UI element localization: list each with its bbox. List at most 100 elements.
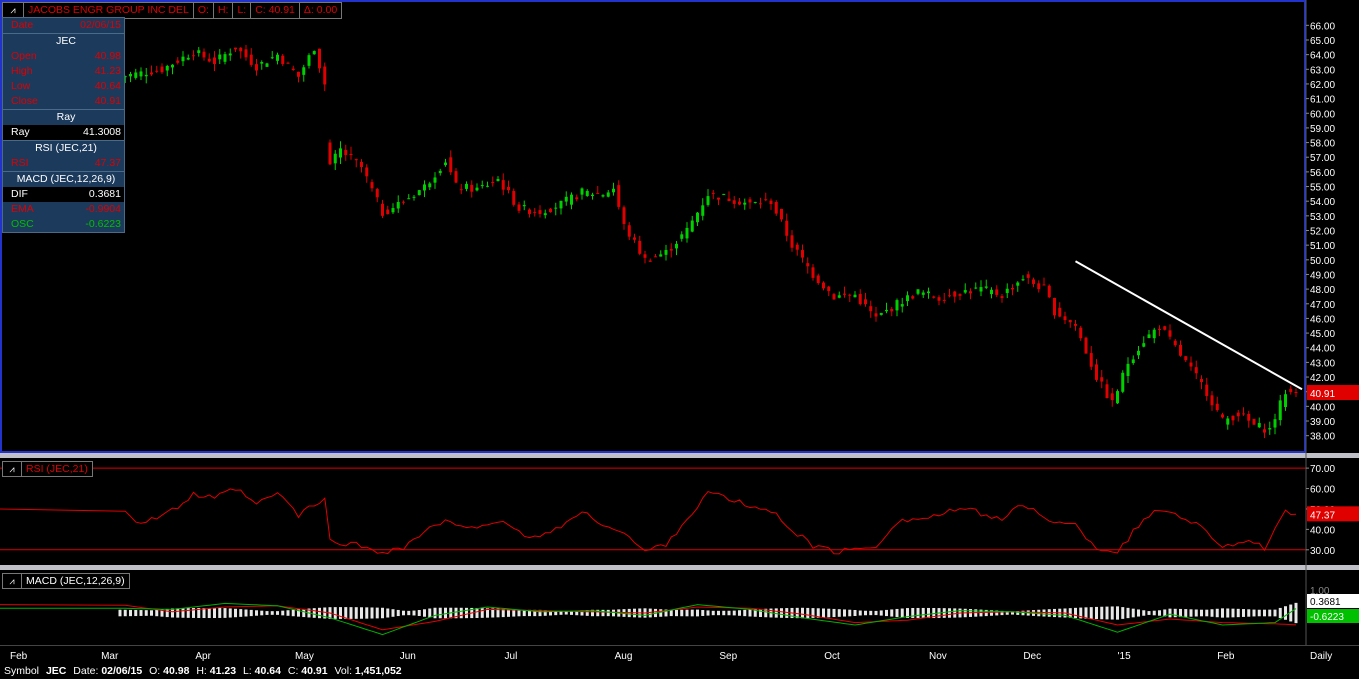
status-vol-label: Vol: [334, 665, 352, 677]
candle [1294, 388, 1298, 397]
candle-body [717, 197, 720, 200]
candle [963, 283, 967, 294]
candle [680, 231, 684, 242]
candle-body [239, 47, 243, 52]
candle [1215, 396, 1219, 412]
status-symbol: JEC [45, 665, 67, 677]
macd-histogram-bar [1247, 609, 1251, 617]
candle-body [354, 159, 358, 161]
status-open: 40.98 [163, 665, 190, 677]
candle-body [601, 195, 605, 197]
macd-histogram-bar [270, 611, 274, 615]
candle-body [1037, 283, 1041, 290]
macd-histogram-bar [165, 608, 169, 618]
candle-body [622, 207, 626, 224]
candle-body [874, 313, 878, 317]
candle-body [165, 65, 169, 71]
candle-body [1252, 418, 1256, 425]
y-tick-label: 51.00 [1310, 241, 1335, 252]
candle-body [517, 204, 521, 211]
macd-histogram-bar [139, 610, 143, 616]
candle [869, 300, 873, 318]
macd-histogram-bar [517, 609, 521, 617]
y-tick-label: 47.00 [1310, 300, 1335, 311]
macd-histogram-bar [444, 607, 447, 619]
candle [638, 235, 642, 256]
candle-body [979, 287, 983, 292]
macd-histogram-bar [1231, 608, 1235, 618]
price-panel[interactable] [118, 45, 1303, 439]
candle-body [171, 64, 174, 68]
candle [543, 209, 547, 219]
candle-body [533, 211, 537, 213]
y-tick-label: 48.00 [1310, 285, 1335, 296]
candle-body [402, 201, 405, 203]
candle-body [591, 194, 594, 197]
candle [365, 164, 369, 183]
status-close-label: C: [287, 665, 299, 677]
rsi-panel[interactable] [0, 467, 1306, 555]
status-date-label: Date: [73, 665, 99, 677]
candle-body [433, 177, 437, 183]
candle [1137, 346, 1140, 360]
x-tick-label: Jul [505, 651, 518, 662]
macd-histogram-bar [118, 609, 122, 617]
candle-body [963, 290, 967, 293]
candle [696, 211, 699, 227]
y-tick-label: 43.00 [1310, 358, 1335, 369]
candle-body [559, 200, 563, 209]
indicator-icon[interactable]: ⩘ [3, 462, 22, 476]
dif-value: 0.3681 [88, 188, 121, 200]
macd-histogram-bar [213, 608, 216, 618]
candle-body [554, 207, 558, 209]
x-tick-label: Dec [1023, 651, 1041, 662]
candle-body [648, 260, 652, 262]
macd-histogram-bar [890, 609, 894, 617]
symbol-row: JEC [3, 33, 124, 49]
macd-histogram-bar [864, 610, 867, 616]
candle [260, 60, 264, 70]
low-label: L: [233, 3, 252, 18]
y-tick-label: 61.00 [1310, 95, 1335, 106]
macd-histogram-bar [706, 610, 710, 616]
macd-histogram-bar [433, 607, 437, 619]
candle [234, 47, 237, 52]
candle [984, 279, 988, 290]
chart-type-icon[interactable]: ⩘ [3, 3, 24, 18]
candle-body [816, 275, 820, 284]
indicator-icon[interactable]: ⩘ [3, 574, 22, 588]
macd-histogram-bar [417, 610, 421, 616]
macd-histogram-bar [386, 608, 390, 618]
candle [507, 180, 510, 194]
macd-histogram-bar [601, 609, 605, 617]
candle [213, 51, 216, 72]
candle-body [837, 295, 841, 298]
candle [228, 48, 232, 61]
candle-body [748, 199, 752, 203]
candle-body [906, 295, 909, 302]
rsi-title[interactable]: ⩘ RSI (JEC,21) [2, 461, 93, 477]
candle-body [522, 205, 526, 207]
candle-body [617, 185, 621, 207]
macd-histogram-bar [1131, 608, 1135, 618]
y-tick-label: 54.00 [1310, 197, 1335, 208]
macd-panel[interactable] [0, 602, 1298, 636]
macd-histogram-bar [402, 610, 405, 616]
candle [1016, 281, 1020, 292]
candle [1289, 385, 1293, 395]
macd-histogram-bar [186, 608, 190, 618]
date-value: 02/06/15 [80, 19, 121, 31]
change-readout: Δ: 0.00 [303, 4, 338, 16]
candle-body [228, 53, 232, 56]
candle [648, 258, 652, 262]
candle [134, 68, 138, 80]
macd-histogram-bar [302, 608, 306, 618]
symbol-name: JACOBS ENGR GROUP INC DEL [24, 3, 194, 18]
candle [1200, 375, 1203, 390]
candle [790, 230, 794, 252]
chart-canvas[interactable]: 66.00 65.00 64.00 63.00 62.00 61.00 60.00 59.00… [0, 0, 1359, 679]
candle-body [869, 306, 873, 312]
status-high: 41.23 [209, 665, 237, 677]
macd-title[interactable]: ⩘ MACD (JEC,12,26,9) [2, 573, 130, 589]
macd-histogram-bar [134, 609, 138, 617]
